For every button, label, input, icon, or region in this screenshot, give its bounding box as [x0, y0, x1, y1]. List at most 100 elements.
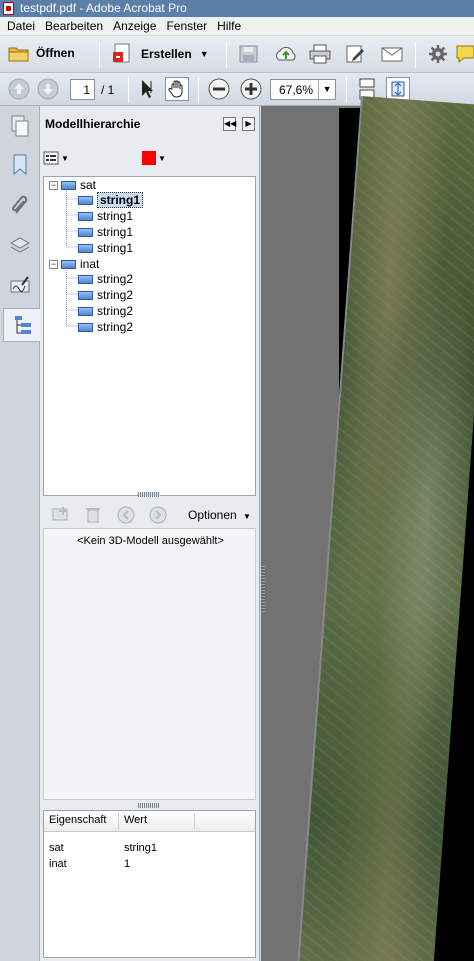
property-value: 1 — [124, 858, 131, 870]
color-picker-button[interactable]: ▼ — [142, 151, 166, 165]
tree-node-label: string2 — [97, 320, 134, 334]
prev-page-button[interactable] — [8, 78, 30, 100]
panel-resize-grip[interactable] — [261, 566, 265, 612]
chevron-down-icon: ▼ — [61, 153, 69, 163]
collapse-toggle[interactable]: − — [49, 181, 58, 190]
pages-icon — [11, 115, 29, 137]
model-node-icon — [78, 195, 93, 205]
zoom-in-button[interactable] — [240, 78, 262, 100]
pdf-app-icon — [3, 2, 14, 15]
cloud-upload-icon — [276, 46, 296, 61]
tree-node-label-selected: string1 — [97, 192, 144, 208]
properties-table: Eigenschaft Wert sat string1 inat 1 — [43, 810, 256, 958]
tree-node-string2[interactable]: string2 — [78, 271, 133, 287]
column-header-property[interactable]: Eigenschaft — [49, 814, 106, 826]
print-button[interactable] — [308, 44, 332, 64]
gear-icon — [429, 45, 447, 63]
chevron-down-icon: ▼ — [199, 49, 209, 59]
color-swatch — [142, 151, 156, 165]
tree-node-string1[interactable]: string1 — [78, 192, 144, 208]
folder-icon — [8, 47, 29, 62]
tree-node-string2[interactable]: string2 — [78, 303, 133, 319]
email-button[interactable] — [380, 44, 404, 64]
hand-tool-button[interactable] — [165, 77, 189, 101]
panel-menu-button[interactable]: ▶ — [242, 117, 255, 131]
save-icon — [239, 45, 258, 63]
tree-node-label: string2 — [97, 272, 134, 286]
menu-bar: Datei Bearbeiten Anzeige Fenster Hilfe — [0, 17, 474, 36]
chevron-down-icon: ▼ — [158, 153, 166, 163]
settings-button[interactable] — [428, 44, 448, 64]
bookmarks-button[interactable] — [3, 148, 37, 182]
property-key: inat — [49, 858, 67, 870]
tree-node-label: string2 — [97, 288, 134, 302]
options-menu-button[interactable]: ▼ — [43, 151, 69, 165]
layers-icon — [9, 237, 31, 253]
double-chevron-left-icon: ◀◀ — [224, 119, 237, 128]
zoom-out-button[interactable] — [208, 78, 230, 100]
column-header-value[interactable]: Wert — [124, 814, 147, 826]
tree-node-string2[interactable]: string2 — [78, 319, 133, 335]
model-tree: − sat string1 string1 string1 string1 − … — [43, 176, 256, 496]
model-node-icon — [61, 259, 76, 269]
document-viewer[interactable] — [261, 96, 474, 961]
signatures-button[interactable] — [3, 268, 37, 302]
add-view-icon[interactable] — [51, 506, 71, 524]
edit-button[interactable] — [345, 44, 367, 64]
save-button[interactable] — [238, 44, 260, 64]
trash-icon[interactable] — [85, 506, 101, 524]
collapse-toggle[interactable]: − — [49, 260, 58, 269]
tree-node-string1[interactable]: string1 — [78, 224, 133, 240]
property-value: string1 — [124, 842, 158, 854]
arrow-left-circle-icon[interactable] — [117, 506, 135, 524]
tree-node-string1[interactable]: string1 — [78, 240, 133, 256]
options-button[interactable]: Optionen ▼ — [188, 508, 251, 522]
bookmark-icon — [13, 154, 27, 176]
create-button[interactable]: Erstellen ▼ — [112, 43, 209, 65]
tree-node-label: string1 — [97, 241, 134, 255]
next-page-button[interactable] — [37, 78, 59, 100]
open-label: Öffnen — [36, 46, 75, 60]
arrow-right-circle-icon[interactable] — [149, 506, 167, 524]
tree-node-string2[interactable]: string2 — [78, 287, 133, 303]
collapse-panel-button[interactable]: ◀◀ — [223, 117, 236, 131]
chevron-down-icon: ▼ — [318, 80, 335, 99]
plus-circle-icon — [240, 78, 262, 100]
page-thumbnails-button[interactable] — [3, 110, 37, 144]
model-tree-panel: Modellhierarchie ◀◀ ▶ ▼ ▼ − sat string1 … — [40, 106, 260, 961]
page-total: / 1 — [101, 83, 115, 97]
panel-title: Modellhierarchie — [45, 117, 141, 131]
menu-bearbeiten[interactable]: Bearbeiten — [40, 17, 108, 36]
create-pdf-icon — [113, 43, 130, 63]
property-key: sat — [49, 842, 64, 854]
chevron-right-icon: ▶ — [245, 119, 252, 128]
cursor-arrow-icon — [142, 80, 153, 98]
model-node-icon — [78, 322, 93, 332]
splitter-handle[interactable] — [138, 492, 160, 497]
views-area: <Kein 3D-Modell ausgewählt> — [43, 528, 256, 800]
splitter-handle[interactable] — [138, 803, 160, 808]
model-node-icon — [78, 227, 93, 237]
page-number-input[interactable]: 1 — [70, 79, 95, 100]
menu-anzeige[interactable]: Anzeige — [108, 17, 161, 36]
upload-button[interactable] — [274, 44, 298, 64]
comment-button[interactable] — [456, 44, 474, 64]
menu-fenster[interactable]: Fenster — [161, 17, 212, 36]
layers-button[interactable] — [3, 228, 37, 262]
arrow-up-icon — [8, 78, 30, 100]
model-tree-button[interactable] — [3, 308, 41, 342]
menu-hilfe[interactable]: Hilfe — [212, 17, 246, 36]
zoom-select[interactable]: 67,6% ▼ — [270, 79, 336, 100]
arrow-down-icon — [37, 78, 59, 100]
model-node-icon — [78, 243, 93, 253]
attachments-button[interactable] — [3, 188, 37, 222]
model-node-icon — [61, 180, 76, 190]
model-node-icon — [78, 274, 93, 284]
tree-node-string1[interactable]: string1 — [78, 208, 133, 224]
tree-node-label: sat — [80, 178, 97, 192]
title-bar: testpdf.pdf - Adobe Acrobat Pro — [0, 0, 474, 17]
open-button[interactable]: Öffnen — [8, 44, 75, 62]
select-tool-button[interactable] — [138, 78, 158, 100]
comment-icon — [456, 45, 474, 64]
menu-datei[interactable]: Datei — [2, 17, 40, 36]
